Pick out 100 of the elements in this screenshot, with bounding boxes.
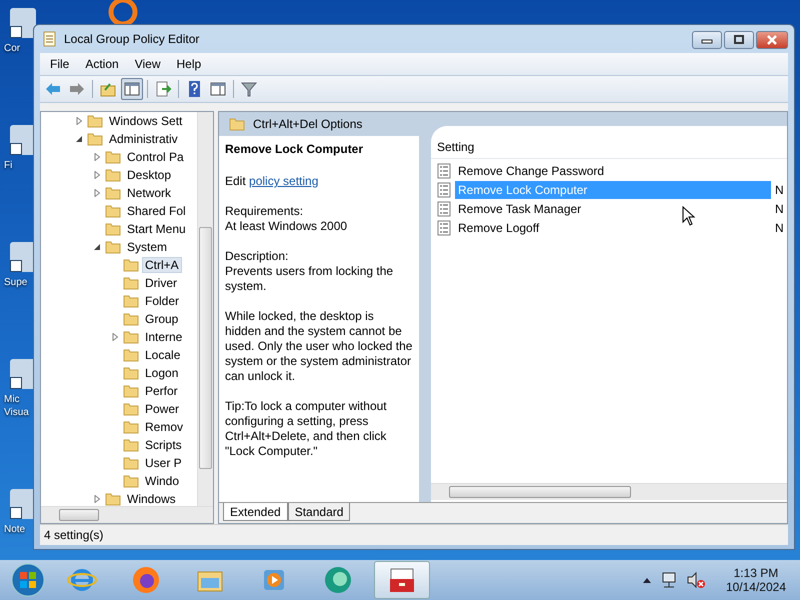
disc-app-icon — [323, 565, 353, 595]
shortcut-icon[interactable] — [10, 8, 36, 38]
tree-item[interactable]: Administrativ — [107, 132, 180, 146]
expand-arrow-icon[interactable] — [111, 333, 119, 341]
shortcut-label[interactable]: Mic Visua — [4, 393, 29, 419]
folder-icon — [229, 117, 245, 131]
tree-item[interactable]: Group — [143, 312, 180, 326]
tree-item[interactable]: Remov — [143, 420, 186, 434]
network-icon[interactable] — [660, 571, 678, 589]
state-cell-text: N — [775, 220, 785, 234]
shortcut-label[interactable]: Fi — [4, 159, 12, 172]
clock-time[interactable]: 1:13 PM — [734, 566, 778, 580]
maximize-button[interactable] — [724, 31, 754, 49]
setting-name[interactable]: Remove Task Manager — [455, 200, 771, 218]
setting-name[interactable]: Remove Change Password — [455, 162, 787, 180]
setting-name[interactable]: Remove Logoff — [455, 218, 771, 236]
tree-item[interactable]: Locale — [143, 348, 182, 362]
tree-item[interactable]: Start Menu — [125, 222, 188, 236]
tree-toolbar-button[interactable] — [121, 78, 143, 100]
menu-item[interactable]: View — [128, 55, 166, 73]
tree-item[interactable]: Windows — [125, 492, 178, 506]
pane-title: Ctrl+Alt+Del Options — [253, 117, 362, 131]
folder-icon — [123, 294, 139, 308]
tree-item[interactable]: Interne — [143, 330, 184, 344]
tree-item[interactable]: Control Pa — [125, 150, 186, 164]
document-icon — [42, 31, 58, 47]
folder-icon — [123, 438, 139, 452]
folder-icon — [87, 132, 103, 146]
collapse-arrow-icon[interactable] — [93, 243, 101, 251]
state-cell-text: N — [775, 202, 785, 216]
edit-text: Edit policy setting — [225, 174, 320, 189]
expand-arrow-icon[interactable] — [93, 495, 101, 503]
tree-item[interactable]: Power — [143, 402, 182, 416]
menu-item[interactable]: Action — [79, 55, 125, 73]
policy-icon — [437, 200, 451, 216]
folder-icon — [105, 204, 121, 218]
tree-item[interactable]: Desktop — [125, 168, 174, 182]
expand-arrow-icon[interactable] — [75, 117, 83, 125]
minimize-button[interactable] — [692, 31, 722, 49]
folder-icon — [87, 114, 103, 128]
description-text: Description: Prevents users from locking the system. — [225, 249, 394, 294]
shortcut-label[interactable]: Note — [4, 523, 26, 536]
tree-icon — [123, 80, 141, 98]
close-button[interactable] — [756, 31, 788, 49]
folder-icon — [123, 348, 139, 362]
menu-item[interactable]: Help — [170, 55, 208, 73]
filter-icon — [240, 80, 258, 98]
folder-icon — [123, 384, 139, 398]
folder-icon — [123, 312, 139, 326]
menu-item[interactable]: File — [44, 55, 76, 73]
view-tab[interactable]: Standard — [288, 503, 350, 521]
collapse-arrow-icon[interactable] — [75, 135, 83, 143]
expand-arrow-icon[interactable] — [93, 171, 101, 179]
folder-icon — [123, 330, 139, 344]
pane-icon — [209, 80, 227, 98]
shortcut-label[interactable]: Cor — [4, 42, 20, 55]
column-header[interactable]: Setting — [431, 136, 787, 159]
folder-icon — [105, 150, 121, 164]
state-cell-text: N — [775, 182, 785, 196]
ring-icon[interactable] — [106, 0, 140, 26]
folder-icon — [105, 186, 121, 200]
start-button[interactable] — [10, 562, 46, 598]
expand-arrow-icon[interactable] — [93, 189, 101, 197]
tree-item[interactable]: Windo — [143, 474, 182, 488]
clock-date[interactable]: 10/14/2024 — [726, 580, 786, 594]
folder-icon — [123, 456, 139, 470]
export-icon — [154, 80, 172, 98]
tree-item[interactable]: Logon — [143, 366, 180, 380]
policy-icon — [437, 220, 451, 236]
tree-item[interactable]: User P — [143, 456, 184, 470]
tree-item[interactable]: Folder — [143, 294, 182, 308]
horizontal-scrollbar[interactable] — [41, 506, 213, 523]
taskbar-button[interactable] — [374, 561, 430, 599]
firefox-app-icon — [131, 565, 161, 595]
folder-icon — [105, 222, 121, 236]
tree-item[interactable]: Driver — [143, 276, 179, 290]
description-text: Requirements: At least Windows 2000 — [225, 204, 348, 234]
policy-setting-link[interactable]: policy setting — [249, 174, 318, 188]
folder-icon — [123, 276, 139, 290]
policy-icon — [437, 162, 451, 178]
expand-arrow-icon[interactable] — [93, 153, 101, 161]
tree-item[interactable]: Shared Fol — [125, 204, 188, 218]
view-tab[interactable]: Extended — [223, 503, 288, 521]
tree-item[interactable]: Network — [125, 186, 174, 200]
tree-item[interactable]: Windows Sett — [107, 114, 184, 128]
policy-icon — [437, 182, 451, 198]
folder-icon — [123, 366, 139, 380]
muted-speaker-icon[interactable] — [686, 571, 706, 589]
tree-item[interactable]: Perfor — [143, 384, 180, 398]
vertical-scrollbar[interactable] — [197, 112, 213, 506]
folder-icon — [123, 474, 139, 488]
folder-icon — [123, 402, 139, 416]
tree-item[interactable]: System — [125, 240, 170, 254]
tree-item[interactable]: Scripts — [143, 438, 184, 452]
maximize-icon — [733, 35, 745, 45]
folder-icon — [105, 240, 121, 254]
horizontal-scrollbar[interactable] — [431, 483, 787, 500]
tree-item[interactable]: Ctrl+A — [143, 258, 181, 272]
shortcut-label[interactable]: Supe — [4, 276, 28, 289]
caret-icon[interactable] — [642, 576, 652, 584]
